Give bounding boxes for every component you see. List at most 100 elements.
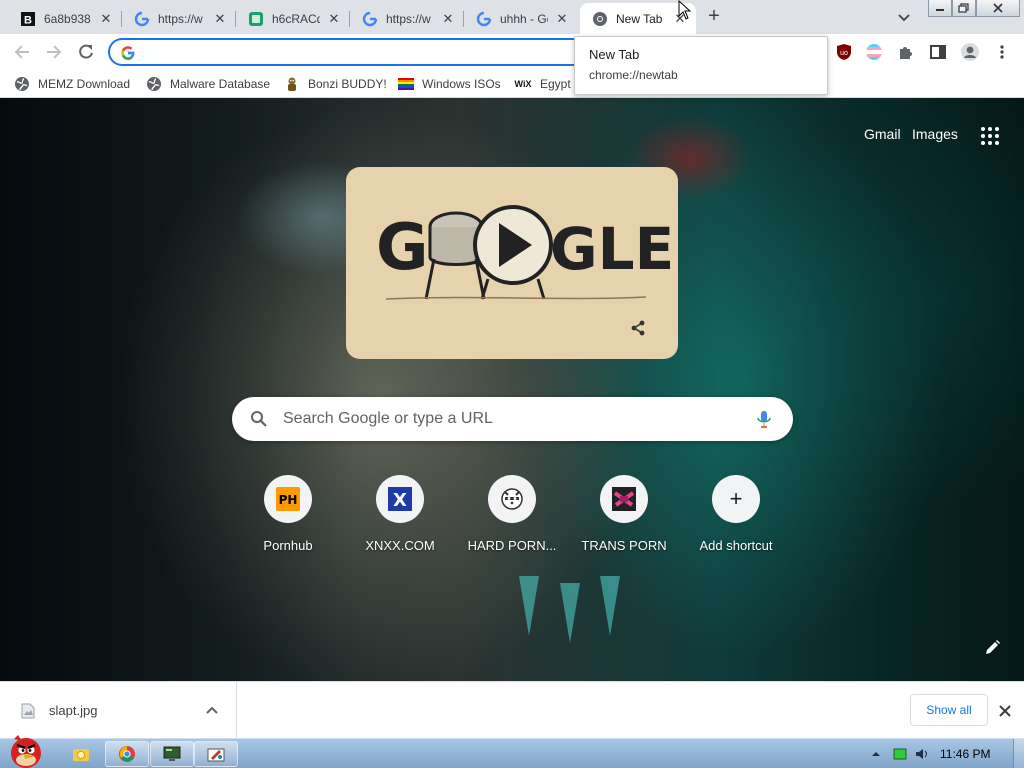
puzzle-extensions-icon[interactable] xyxy=(896,42,916,62)
pencil-customize-icon[interactable] xyxy=(982,638,1002,658)
google-apps-icon[interactable] xyxy=(980,126,1000,146)
share-icon[interactable] xyxy=(630,320,646,336)
taskbar-chrome-button[interactable] xyxy=(105,741,149,767)
tooltip-title: New Tab xyxy=(589,47,640,62)
tab-4[interactable]: https://w ✕ xyxy=(350,3,464,34)
play-button-icon[interactable] xyxy=(473,205,553,300)
close-icon[interactable]: ✕ xyxy=(212,11,228,27)
gmail-link[interactable]: Gmail xyxy=(864,126,901,142)
svg-text:PH: PH xyxy=(279,493,298,507)
svg-text:X: X xyxy=(393,490,407,511)
doodle-letters-gle: GLE xyxy=(550,215,674,283)
green-app-icon xyxy=(248,11,264,27)
shortcut-trans-porn[interactable]: TRANS PORN xyxy=(568,475,680,565)
chevron-up-tray-icon[interactable] xyxy=(868,746,884,762)
bookmark-windows-isos[interactable]: Windows ISOs xyxy=(398,75,501,93)
side-panel-icon[interactable] xyxy=(928,42,948,62)
trans-porn-logo-icon xyxy=(612,487,636,511)
start-button[interactable] xyxy=(0,731,52,768)
network-icon[interactable] xyxy=(892,746,908,762)
chrome-icon xyxy=(592,11,608,27)
shortcut-pornhub[interactable]: PH Pornhub xyxy=(232,475,344,565)
ublock-icon[interactable]: uo xyxy=(834,42,854,62)
taskbar-clock[interactable]: 11:46 PM xyxy=(940,747,990,761)
shortcut-icon-circle xyxy=(488,475,536,523)
google-search-box[interactable]: Search Google or type a URL xyxy=(232,397,793,441)
bookmark-label: Malware Database xyxy=(170,77,271,91)
shortcut-label: Add shortcut xyxy=(699,538,773,553)
tab-5[interactable]: uhhh - Go ✕ xyxy=(464,3,578,34)
windows-flag-icon xyxy=(398,76,414,92)
omnibox[interactable] xyxy=(108,38,588,66)
trans-flag-extension-icon[interactable] xyxy=(864,42,884,62)
tab-search-icon[interactable] xyxy=(894,7,914,27)
tab-title: https://w xyxy=(386,11,431,26)
tab-3[interactable]: h6cRACd ✕ xyxy=(236,3,350,34)
screen: B 6a8b938 ✕ https://w ✕ h6cRACd ✕ https:… xyxy=(0,0,1024,768)
back-icon[interactable] xyxy=(10,40,34,64)
close-icon[interactable]: ✕ xyxy=(98,11,114,27)
shortcut-xnxx[interactable]: X XNXX.COM xyxy=(344,475,456,565)
background-fang xyxy=(519,576,539,636)
google-doodle[interactable]: G GLE xyxy=(346,167,678,359)
reload-icon[interactable] xyxy=(74,40,98,64)
taskbar-paint-button[interactable] xyxy=(194,741,238,767)
close-icon[interactable]: ✕ xyxy=(440,11,456,27)
address-input[interactable] xyxy=(144,44,564,60)
tab-hover-tooltip: New Tab chrome://newtab xyxy=(574,36,828,95)
search-placeholder: Search Google or type a URL xyxy=(283,410,493,427)
close-window-button[interactable] xyxy=(976,0,1020,17)
search-icon xyxy=(250,410,268,428)
chevron-up-icon[interactable] xyxy=(204,703,220,719)
add-shortcut-button[interactable]: + Add shortcut xyxy=(680,475,792,565)
wix-icon: WiX xyxy=(514,79,532,89)
globe-icon xyxy=(146,76,162,92)
new-tab-button[interactable]: + xyxy=(702,5,726,29)
show-all-button[interactable]: Show all xyxy=(910,694,988,726)
microphone-icon[interactable] xyxy=(754,409,774,429)
tab-1[interactable]: B 6a8b938 ✕ xyxy=(8,3,122,34)
volume-icon[interactable] xyxy=(914,746,930,762)
tab-title: 6a8b938 xyxy=(44,11,91,26)
windows-taskbar: 11:46 PM xyxy=(0,735,1024,768)
background-fang xyxy=(560,583,580,643)
images-link[interactable]: Images xyxy=(912,126,958,142)
bookmark-label: Bonzi BUDDY! xyxy=(308,77,387,91)
shortcut-hard-porn[interactable]: HARD PORN... xyxy=(456,475,568,565)
bookmark-egypt[interactable]: WiX Egypt xyxy=(514,75,571,93)
shortcut-label: HARD PORN... xyxy=(467,538,557,553)
bookmark-memz-download[interactable]: MEMZ Download xyxy=(14,75,130,93)
tab-2[interactable]: https://w ✕ xyxy=(122,3,236,34)
globe-icon xyxy=(14,76,30,92)
minimize-button[interactable] xyxy=(928,0,952,17)
shortcut-label: XNXX.COM xyxy=(365,538,435,553)
shortcut-label: TRANS PORN xyxy=(581,538,667,553)
plus-icon: + xyxy=(729,486,743,511)
bookmark-malware-database[interactable]: Malware Database xyxy=(146,75,270,93)
close-icon[interactable] xyxy=(996,702,1014,720)
google-g-icon xyxy=(134,11,150,27)
bookmark-label: MEMZ Download xyxy=(38,77,131,91)
toolbar: uo xyxy=(0,34,1024,70)
tab-title: h6cRACd xyxy=(272,11,320,26)
show-desktop-button[interactable] xyxy=(1013,739,1024,768)
explorer-folder-icon[interactable] xyxy=(72,745,90,763)
download-file-name: slapt.jpg xyxy=(49,703,98,718)
bookmark-label: Egypt xyxy=(540,77,571,91)
close-icon[interactable]: ✕ xyxy=(326,11,342,27)
profile-avatar-icon[interactable] xyxy=(960,42,980,62)
close-icon[interactable]: ✕ xyxy=(554,11,570,27)
svg-text:uo: uo xyxy=(840,50,848,57)
angry-bird-start-icon xyxy=(11,735,41,768)
pornhub-logo-icon: PH xyxy=(276,487,300,511)
taskbar-app-button[interactable] xyxy=(150,741,194,767)
raccoon-logo-icon xyxy=(501,488,523,510)
kebab-menu-icon[interactable] xyxy=(992,42,1012,62)
forward-icon[interactable] xyxy=(42,40,66,64)
monitor-app-icon xyxy=(163,746,181,761)
bookmark-bonzi-buddy[interactable]: Bonzi BUDDY! xyxy=(284,75,387,93)
tab-strip: B 6a8b938 ✕ https://w ✕ h6cRACd ✕ https:… xyxy=(0,0,1024,34)
maximize-button[interactable] xyxy=(952,0,976,17)
shortcut-label: Pornhub xyxy=(263,538,313,553)
tooltip-url: chrome://newtab xyxy=(589,68,678,82)
